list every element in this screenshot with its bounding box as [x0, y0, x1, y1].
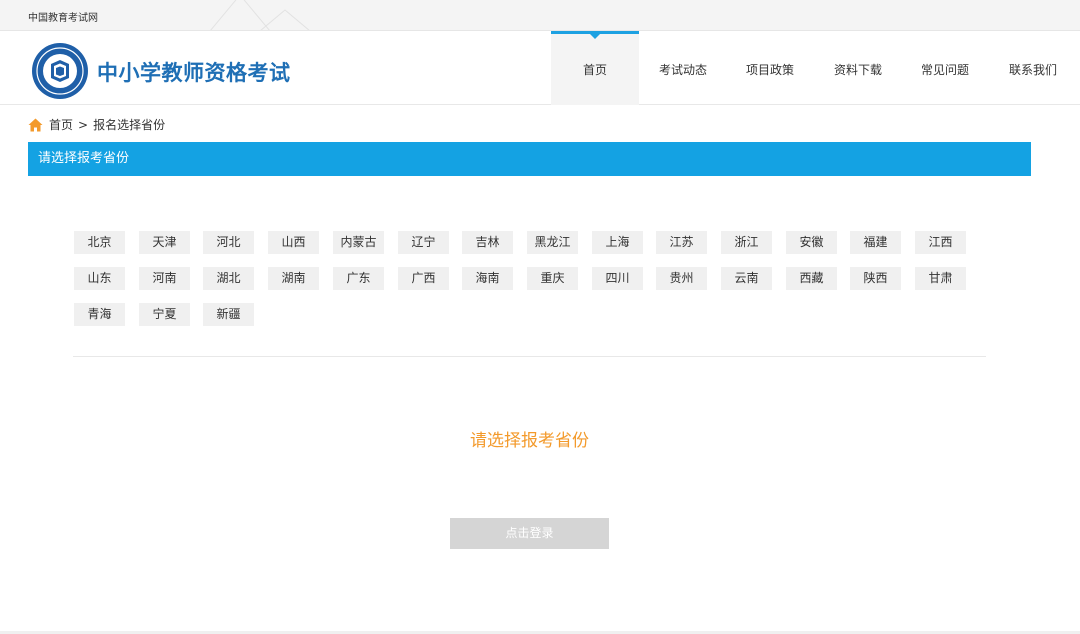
province-button[interactable]: 辽宁 — [398, 231, 449, 254]
province-button[interactable]: 青海 — [74, 303, 125, 326]
province-button[interactable]: 天津 — [139, 231, 190, 254]
province-button[interactable]: 宁夏 — [139, 303, 190, 326]
breadcrumb-separator: > — [78, 117, 89, 132]
home-icon — [28, 118, 43, 131]
nav-item-policy[interactable]: 项目政策 — [733, 31, 807, 105]
top-bar: 中国教育考试网 — [0, 0, 1080, 31]
breadcrumb-current: 报名选择省份 — [93, 118, 166, 132]
province-button[interactable]: 河南 — [139, 267, 190, 290]
nav-item-exam-news[interactable]: 考试动态 — [646, 31, 720, 105]
province-button[interactable]: 甘肃 — [915, 267, 966, 290]
province-button[interactable]: 西藏 — [786, 267, 837, 290]
province-button[interactable]: 安徽 — [786, 231, 837, 254]
breadcrumb: 首页 > 报名选择省份 — [28, 116, 165, 133]
nav-item-label: 考试动态 — [658, 63, 707, 77]
login-button[interactable]: 点击登录 — [450, 518, 609, 549]
province-button[interactable]: 山东 — [74, 267, 125, 290]
nav-item-label: 联系我们 — [1008, 63, 1057, 77]
province-button[interactable]: 新疆 — [203, 303, 254, 326]
select-province-prompt: 请选择报考省份 — [470, 431, 589, 451]
main-nav: 首页 考试动态 项目政策 资料下载 常见问题 联系我们 — [0, 31, 1080, 105]
background-decoration — [210, 0, 310, 30]
province-button[interactable]: 湖南 — [268, 267, 319, 290]
province-button[interactable]: 黑龙江 — [527, 231, 578, 254]
province-button[interactable]: 广东 — [333, 267, 384, 290]
nav-item-label: 常见问题 — [920, 63, 969, 77]
caret-down-icon — [589, 33, 601, 39]
province-button[interactable]: 北京 — [74, 231, 125, 254]
province-button[interactable]: 湖北 — [203, 267, 254, 290]
province-button[interactable]: 重庆 — [527, 267, 578, 290]
site-header: 中小学教师资格考试 首页 考试动态 项目政策 资料下载 常见问题 联系我们 — [0, 31, 1080, 105]
nav-item-label: 首页 — [582, 63, 607, 77]
nav-item-label: 项目政策 — [745, 63, 794, 77]
nav-item-home[interactable]: 首页 — [551, 31, 639, 105]
province-button[interactable]: 上海 — [592, 231, 643, 254]
section-title-bar: 请选择报考省份 — [28, 142, 1031, 176]
province-button[interactable]: 四川 — [592, 267, 643, 290]
nav-item-faq[interactable]: 常见问题 — [908, 31, 982, 105]
province-button[interactable]: 内蒙古 — [333, 231, 384, 254]
province-button[interactable]: 云南 — [721, 267, 772, 290]
province-button[interactable]: 海南 — [462, 267, 513, 290]
breadcrumb-home-link[interactable]: 首页 — [49, 116, 73, 133]
province-button[interactable]: 广西 — [398, 267, 449, 290]
province-button[interactable]: 浙江 — [721, 231, 772, 254]
divider — [73, 356, 986, 357]
province-button[interactable]: 吉林 — [462, 231, 513, 254]
nav-item-label: 资料下载 — [833, 63, 882, 77]
province-button[interactable]: 江西 — [915, 231, 966, 254]
province-button[interactable]: 贵州 — [656, 267, 707, 290]
site-name[interactable]: 中国教育考试网 — [28, 9, 98, 24]
province-button[interactable]: 河北 — [203, 231, 254, 254]
province-button[interactable]: 山西 — [268, 231, 319, 254]
province-button[interactable]: 福建 — [850, 231, 901, 254]
nav-item-downloads[interactable]: 资料下载 — [821, 31, 895, 105]
province-button[interactable]: 江苏 — [656, 231, 707, 254]
province-button[interactable]: 陕西 — [850, 267, 901, 290]
nav-item-contact[interactable]: 联系我们 — [996, 31, 1070, 105]
